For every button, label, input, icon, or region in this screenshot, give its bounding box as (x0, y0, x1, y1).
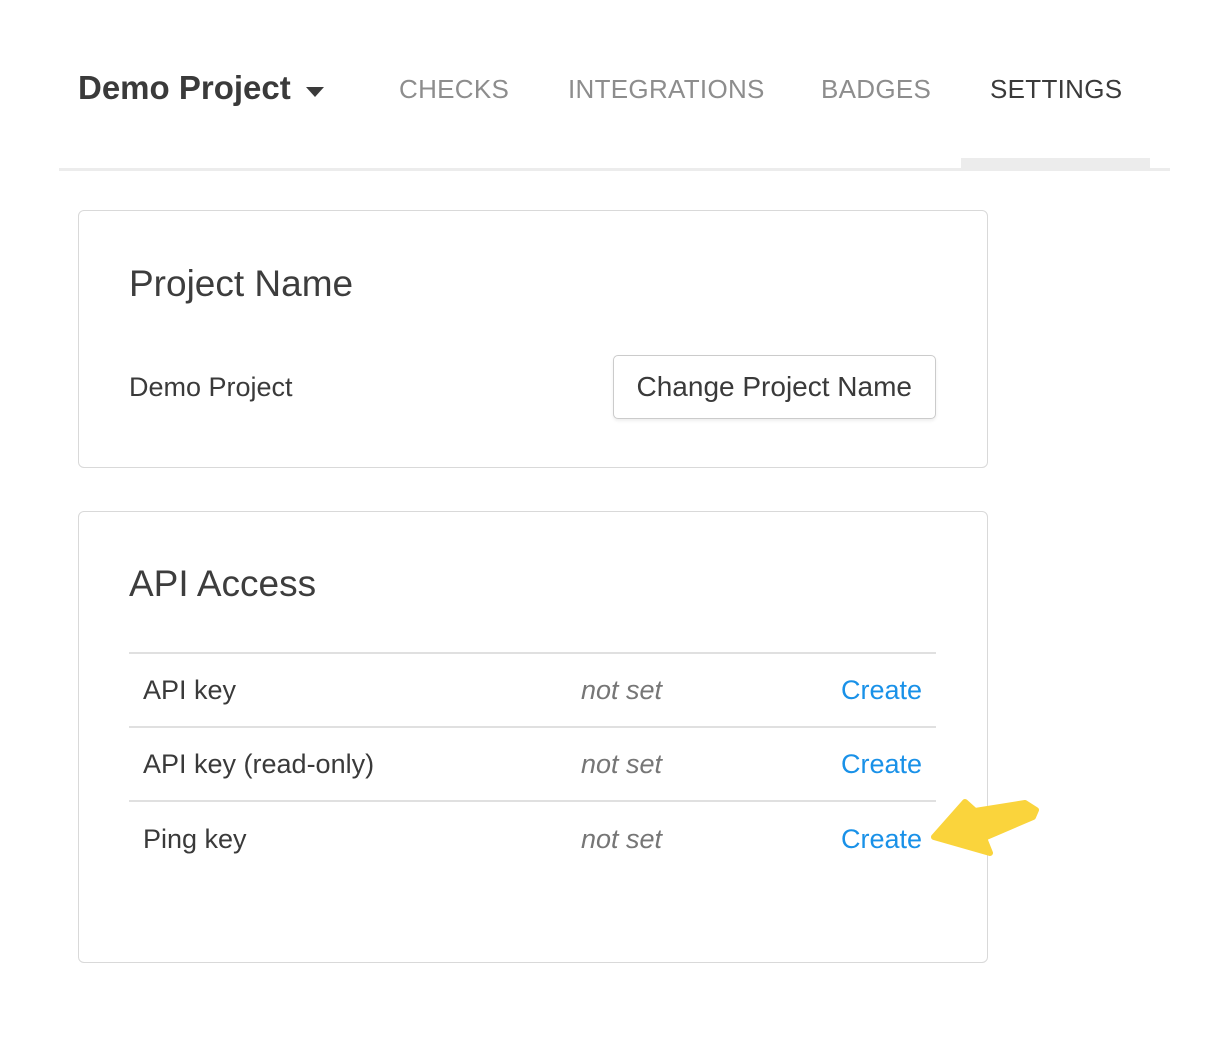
tab-settings[interactable]: SETTINGS (990, 76, 1122, 102)
project-name-row: Demo Project Change Project Name (129, 355, 936, 419)
project-switcher[interactable]: Demo Project (78, 71, 324, 104)
row-value: not set (581, 675, 841, 706)
change-project-name-button[interactable]: Change Project Name (613, 355, 936, 419)
table-row-api-key-readonly: API key (read-only) not set Create (129, 728, 936, 802)
create-readonly-api-key-link[interactable]: Create (841, 749, 922, 779)
page-title: Demo Project (78, 71, 291, 104)
project-name-card-title: Project Name (129, 265, 353, 302)
settings-page: Demo Project CHECKS INTEGRATIONS BADGES … (0, 0, 1220, 1059)
api-access-card: API Access API key not set Create API ke… (78, 511, 988, 963)
row-value: not set (581, 824, 841, 855)
current-project-name: Demo Project (129, 372, 293, 403)
row-label: API key (read-only) (129, 749, 581, 780)
header-divider (59, 168, 1170, 171)
api-access-card-title: API Access (129, 565, 316, 602)
api-keys-table: API key not set Create API key (read-onl… (129, 652, 936, 876)
table-row-api-key: API key not set Create (129, 654, 936, 728)
table-row-ping-key: Ping key not set Create (129, 802, 936, 876)
row-label: API key (129, 675, 581, 706)
create-ping-key-link[interactable]: Create (841, 824, 922, 854)
tab-badges[interactable]: BADGES (821, 76, 931, 102)
tab-checks[interactable]: CHECKS (399, 76, 509, 102)
tab-integrations[interactable]: INTEGRATIONS (568, 76, 765, 102)
create-api-key-link[interactable]: Create (841, 675, 922, 705)
project-name-card: Project Name Demo Project Change Project… (78, 210, 988, 468)
row-value: not set (581, 749, 841, 780)
row-label: Ping key (129, 824, 581, 855)
caret-down-icon (306, 87, 324, 97)
